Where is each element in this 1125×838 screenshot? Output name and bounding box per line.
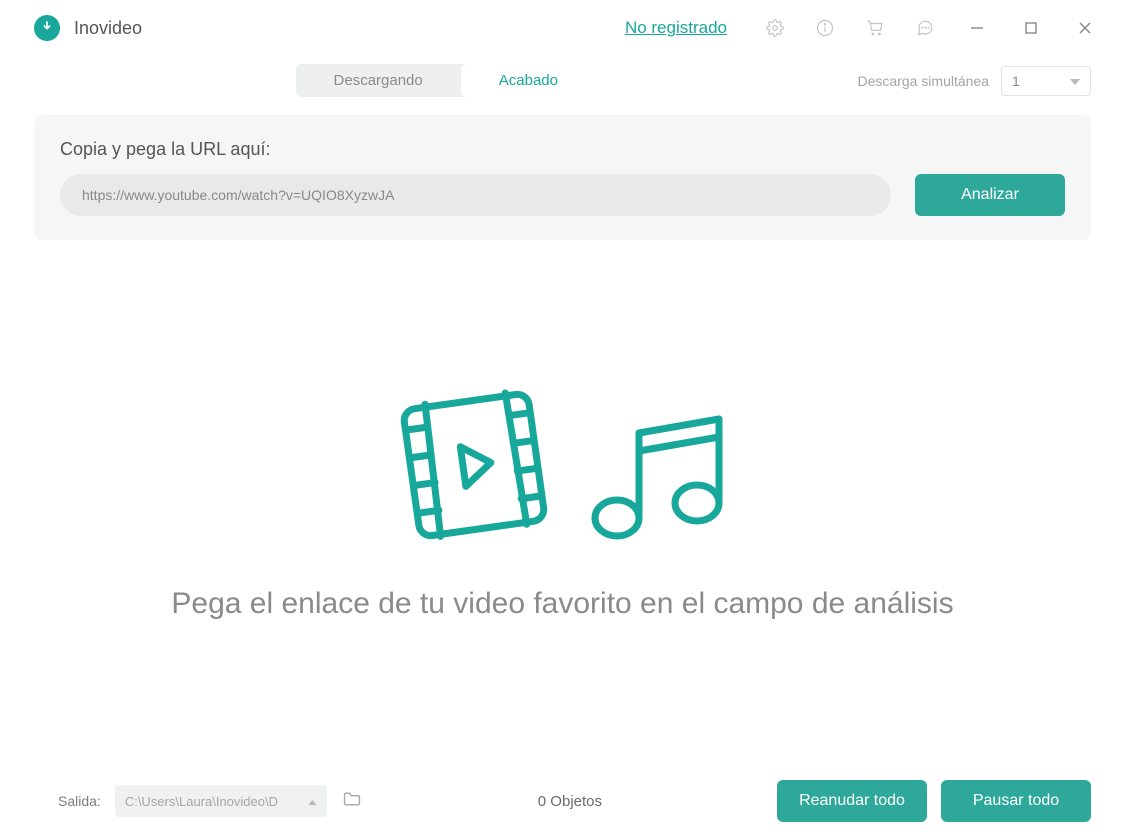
titlebar: Inovideo No registrado bbox=[0, 0, 1125, 56]
app-logo bbox=[34, 15, 60, 41]
footer: Salida: C:\Users\Laura\Inovideo\D 0 Obje… bbox=[0, 764, 1125, 838]
minimize-button[interactable] bbox=[967, 18, 987, 38]
cart-icon[interactable] bbox=[865, 18, 885, 38]
url-input[interactable] bbox=[60, 174, 891, 216]
output-label: Salida: bbox=[58, 793, 101, 809]
chevron-down-icon bbox=[1070, 73, 1080, 89]
open-folder-button[interactable] bbox=[341, 789, 363, 814]
pause-all-button[interactable]: Pausar todo bbox=[941, 780, 1091, 822]
output-path-select[interactable]: C:\Users\Laura\Inovideo\D bbox=[115, 785, 327, 817]
chat-icon[interactable] bbox=[915, 18, 935, 38]
url-label: Copia y pega la URL aquí: bbox=[60, 139, 1065, 160]
music-note-icon bbox=[585, 403, 735, 543]
not-registered-link[interactable]: No registrado bbox=[625, 18, 727, 38]
output-path-text: C:\Users\Laura\Inovideo\D bbox=[125, 794, 302, 809]
empty-state-text: Pega el enlace de tu video favorito en e… bbox=[171, 587, 953, 621]
url-panel: Copia y pega la URL aquí: Analizar bbox=[34, 115, 1091, 240]
analyze-button[interactable]: Analizar bbox=[915, 174, 1065, 216]
gear-icon[interactable] bbox=[765, 18, 785, 38]
simul-download-label: Descarga simultánea bbox=[857, 73, 989, 89]
video-clip-icon bbox=[391, 383, 561, 543]
empty-illustration bbox=[391, 383, 735, 543]
simul-download-value: 1 bbox=[1012, 73, 1020, 89]
simul-download-select[interactable]: 1 bbox=[1001, 66, 1091, 96]
info-icon[interactable] bbox=[815, 18, 835, 38]
resume-all-button[interactable]: Reanudar todo bbox=[777, 780, 927, 822]
tab-group: Descargando Acabado bbox=[296, 64, 596, 97]
objects-count: 0 Objetos bbox=[538, 793, 602, 810]
chevron-up-icon bbox=[308, 794, 317, 809]
tab-finished[interactable]: Acabado bbox=[461, 64, 596, 97]
tabs-row: Descargando Acabado Descarga simultánea … bbox=[0, 56, 1125, 109]
app-name: Inovideo bbox=[74, 18, 142, 39]
empty-state: Pega el enlace de tu video favorito en e… bbox=[0, 240, 1125, 764]
tab-downloading[interactable]: Descargando bbox=[296, 64, 461, 97]
maximize-button[interactable] bbox=[1021, 18, 1041, 38]
close-button[interactable] bbox=[1075, 18, 1095, 38]
